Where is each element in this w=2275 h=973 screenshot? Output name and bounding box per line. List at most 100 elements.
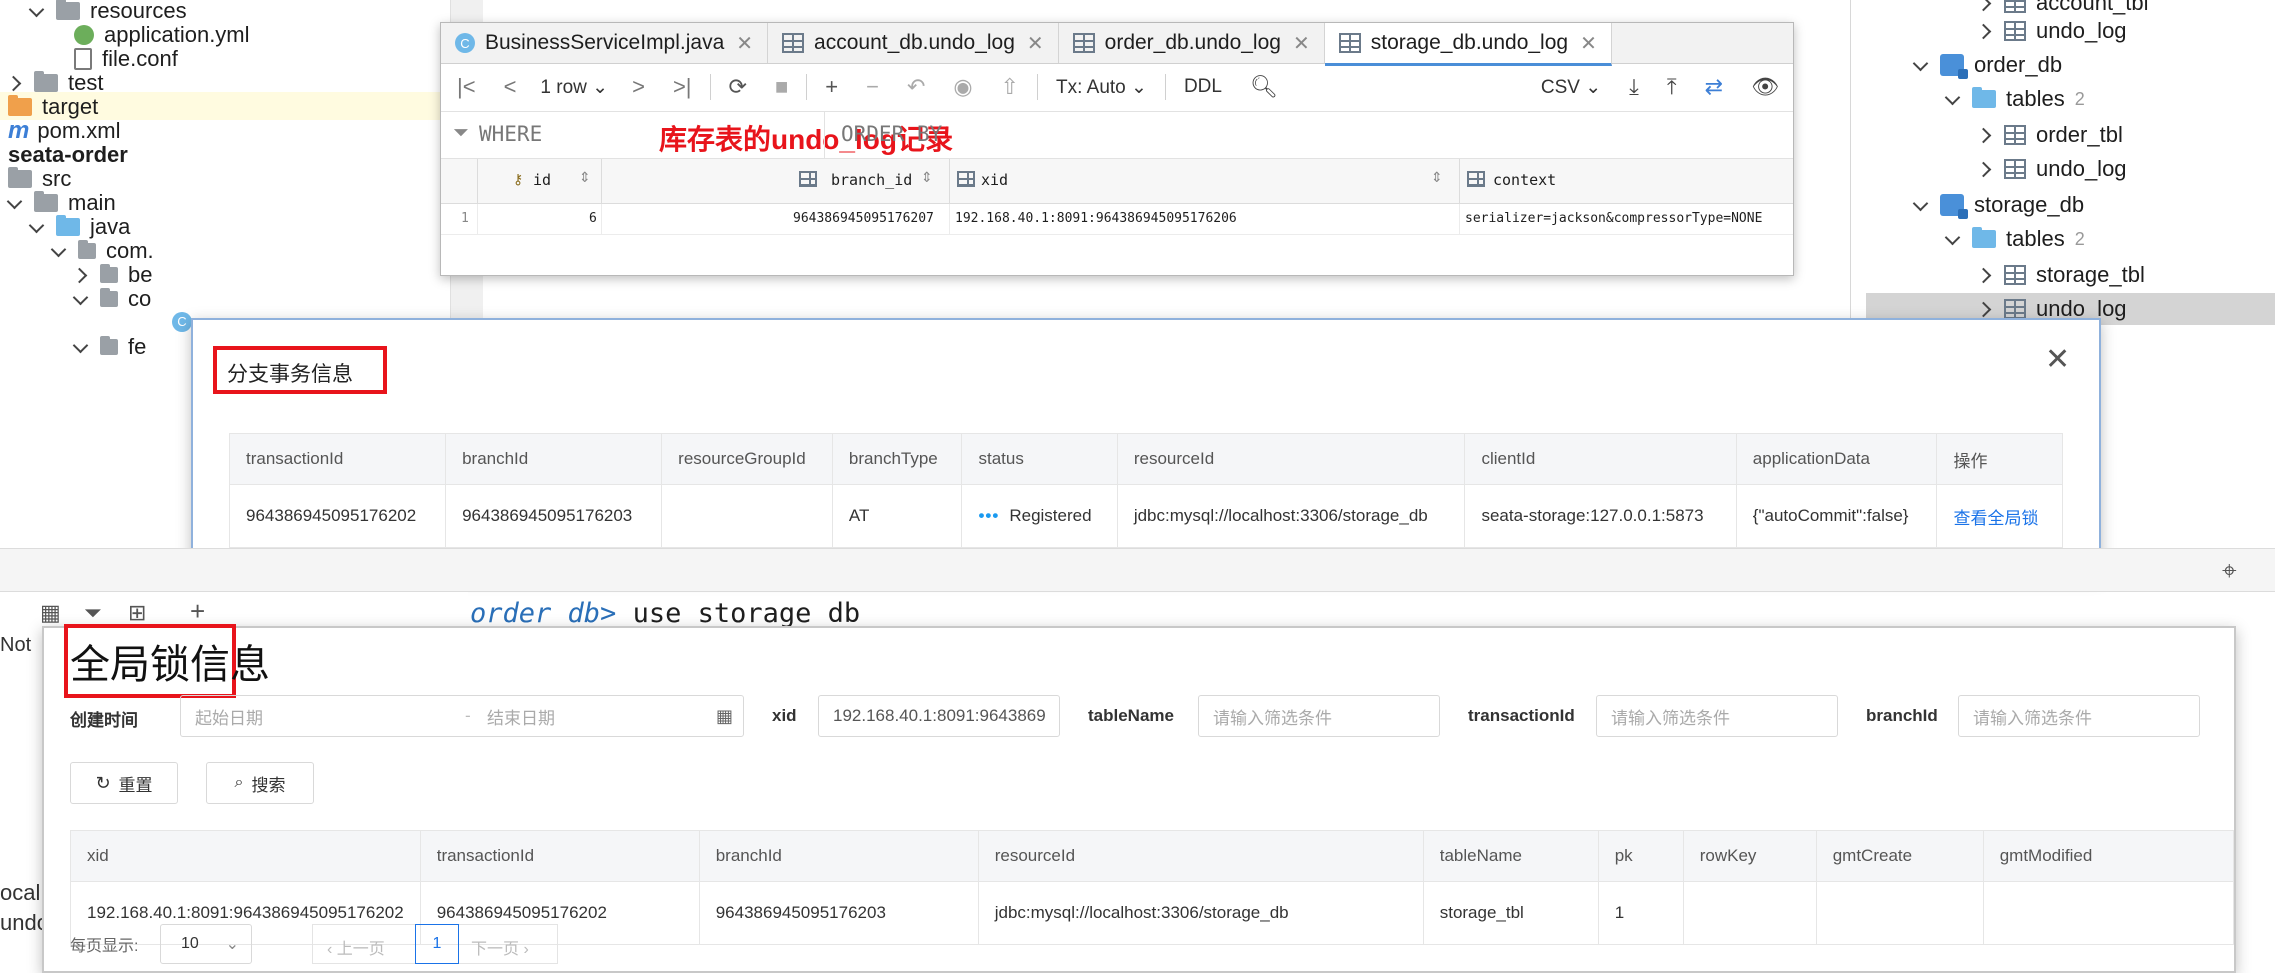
db-tree-item-storage-tbl[interactable]: storage_tbl bbox=[1978, 258, 2145, 292]
tree-item-fe[interactable]: fe bbox=[74, 330, 146, 364]
prev-page-icon[interactable]: < bbox=[504, 74, 517, 100]
tab-order-db-undo-log[interactable]: order_db.undo_log ✕ bbox=[1059, 23, 1325, 63]
modal-title: 分支事务信息 bbox=[227, 363, 353, 386]
sort-icon[interactable]: ⇕ bbox=[1431, 169, 1443, 186]
preview-icon[interactable]: ◉ bbox=[953, 74, 972, 100]
cell-context[interactable]: serializer=jackson&compressorType=NONE bbox=[1465, 211, 1762, 226]
undo-log-editor-window: C BusinessServiceImpl.java ✕ account_db.… bbox=[440, 22, 1794, 276]
db-tree-item-tables[interactable]: tables 2 bbox=[1946, 222, 2085, 256]
chevron-down-icon[interactable] bbox=[30, 220, 44, 234]
chevron-right-icon[interactable] bbox=[1978, 128, 1992, 142]
cell-xid[interactable]: 192.168.40.1:8091:964386945095176206 bbox=[955, 211, 1237, 226]
db-tree-item-order-tbl[interactable]: order_tbl bbox=[1978, 118, 2123, 152]
grid-icon[interactable]: ▦ bbox=[40, 600, 61, 626]
chevron-right-icon[interactable] bbox=[8, 76, 22, 90]
refresh-icon[interactable]: ⟳ bbox=[729, 74, 747, 100]
tab-label: BusinessServiceImpl.java bbox=[485, 31, 725, 54]
chevron-down-icon[interactable] bbox=[30, 4, 44, 18]
chevron-down-icon[interactable] bbox=[74, 340, 88, 354]
tree-item-label: tables bbox=[2006, 226, 2065, 251]
grid-row[interactable]: 1 6 964386945095176207 192.168.40.1:8091… bbox=[441, 204, 1793, 235]
tx-mode-selector[interactable]: Tx: Auto ⌄ bbox=[1056, 76, 1147, 99]
search-icon[interactable]: 🔍︎ bbox=[1250, 74, 1278, 100]
prev-page-button[interactable]: ‹ 上一页 bbox=[327, 935, 385, 959]
ddl-button[interactable]: DDL bbox=[1184, 76, 1222, 98]
order-by-input[interactable]: ORDER BY bbox=[841, 122, 942, 146]
plus-icon[interactable]: + bbox=[190, 596, 205, 627]
chevron-down-icon: ⌄ bbox=[225, 936, 239, 953]
close-icon[interactable]: ✕ bbox=[1027, 31, 1044, 56]
upload-icon[interactable]: ⤒ bbox=[1667, 74, 1677, 100]
chevron-right-icon[interactable] bbox=[74, 268, 88, 282]
stop-icon[interactable]: ■ bbox=[775, 74, 788, 100]
chevron-right-icon[interactable] bbox=[1978, 162, 1992, 176]
db-tree-item-tables[interactable]: tables 2 bbox=[1946, 82, 2085, 116]
date-range-picker[interactable]: 起始日期 - 结束日期 ▦ bbox=[180, 695, 744, 737]
cell-id[interactable]: 6 bbox=[589, 211, 597, 226]
current-page[interactable]: 1 bbox=[415, 924, 459, 964]
tab-storage-db-undo-log[interactable]: storage_db.undo_log ✕ bbox=[1324, 23, 1612, 66]
close-icon[interactable]: ✕ bbox=[736, 31, 753, 56]
next-page-button[interactable]: 下一页 › bbox=[471, 935, 529, 959]
tx-label: Tx: Auto bbox=[1056, 76, 1126, 98]
branch-id-input[interactable]: 请输入筛选条件 bbox=[1958, 695, 2200, 737]
col-divider bbox=[949, 159, 950, 203]
db-tree-item-order-db[interactable]: order_db bbox=[1914, 48, 2062, 82]
column-header-xid[interactable]: xid bbox=[981, 171, 1008, 189]
close-icon[interactable]: ✕ bbox=[1580, 31, 1597, 56]
chevron-right-icon[interactable] bbox=[1978, 302, 1992, 316]
tab-account-db-undo-log[interactable]: account_db.undo_log ✕ bbox=[768, 23, 1059, 63]
first-page-icon[interactable]: |< bbox=[457, 74, 476, 100]
export-format-selector[interactable]: CSV ⌄ bbox=[1541, 76, 1601, 99]
chevron-down-icon[interactable] bbox=[1946, 232, 1960, 246]
submit-icon[interactable]: ⇧ bbox=[1001, 74, 1019, 100]
table-icon bbox=[2004, 125, 2026, 145]
reset-button[interactable]: ↻ 重置 bbox=[70, 762, 178, 804]
chevron-down-icon[interactable] bbox=[52, 244, 66, 258]
rows-selector[interactable]: 1 row ⌄ bbox=[540, 76, 608, 99]
tree-item-co[interactable]: co bbox=[74, 282, 151, 316]
chevron-right-icon[interactable] bbox=[1978, 0, 1992, 10]
compare-icon[interactable]: ⇄ bbox=[1705, 74, 1723, 100]
tree-item-label: co bbox=[128, 286, 152, 311]
calendar-icon[interactable]: ▦ bbox=[716, 706, 733, 727]
db-tree-item-undo-log[interactable]: undo_log bbox=[1978, 14, 2127, 48]
sort-icon[interactable]: ⇕ bbox=[921, 169, 933, 186]
settings-icon[interactable]: ⌖ bbox=[2222, 555, 2237, 587]
chevron-down-icon[interactable] bbox=[1946, 92, 1960, 106]
search-button[interactable]: ⌕ 搜索 bbox=[206, 762, 314, 804]
column-header-branch-id[interactable]: branch_id bbox=[831, 171, 912, 189]
xid-input[interactable]: 192.168.40.1:8091:9643869 bbox=[818, 695, 1060, 737]
download-icon[interactable]: ⤓ bbox=[1629, 74, 1639, 100]
view-icon[interactable]: 👁︎ bbox=[1751, 74, 1779, 100]
page-size-select[interactable]: 10 ⌄ bbox=[160, 924, 252, 964]
column-header-context[interactable]: context bbox=[1493, 171, 1556, 189]
db-tree-item-undo-log[interactable]: undo_log bbox=[1978, 152, 2127, 186]
transaction-id-input[interactable]: 请输入筛选条件 bbox=[1596, 695, 1838, 737]
revert-icon[interactable]: ↶ bbox=[907, 74, 925, 100]
close-icon[interactable]: ✕ bbox=[1293, 31, 1310, 56]
reset-label: 重置 bbox=[118, 775, 153, 795]
sort-icon[interactable]: ⇕ bbox=[579, 169, 591, 186]
chevron-right-icon[interactable] bbox=[1978, 268, 1992, 282]
remove-row-icon[interactable]: − bbox=[866, 74, 879, 100]
chevron-down-icon[interactable] bbox=[1914, 198, 1928, 212]
where-input[interactable]: WHERE bbox=[479, 122, 542, 146]
chevron-down-icon[interactable] bbox=[8, 196, 22, 210]
add-icon[interactable]: ⊞ bbox=[128, 600, 146, 626]
last-page-icon[interactable]: >| bbox=[673, 74, 692, 100]
column-header-id[interactable]: id bbox=[533, 171, 551, 189]
view-global-lock-link[interactable]: 查看全局锁 bbox=[1953, 509, 2038, 528]
chevron-down-icon[interactable] bbox=[1914, 58, 1928, 72]
filter-icon[interactable]: ⏷ bbox=[84, 600, 102, 626]
chevron-right-icon[interactable] bbox=[1978, 24, 1992, 38]
cell-branch-id[interactable]: 964386945095176207 bbox=[793, 211, 934, 226]
tab-business-service-impl[interactable]: C BusinessServiceImpl.java ✕ bbox=[441, 23, 769, 63]
chevron-down-icon[interactable] bbox=[74, 292, 88, 306]
table-name-input[interactable]: 请输入筛选条件 bbox=[1198, 695, 1440, 737]
col-divider bbox=[601, 159, 602, 203]
close-icon[interactable]: ✕ bbox=[2045, 342, 2070, 377]
add-row-icon[interactable]: + bbox=[825, 74, 838, 100]
next-page-icon[interactable]: > bbox=[632, 74, 645, 100]
db-tree-item-storage-db[interactable]: storage_db bbox=[1914, 188, 2084, 222]
